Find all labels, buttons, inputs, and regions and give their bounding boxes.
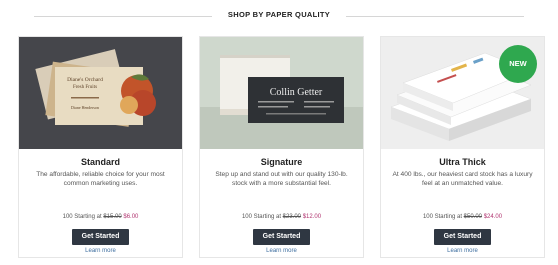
price-line: 100 Starting at $15.00 $6.00 [19, 214, 182, 220]
card-image-text-2: Fresh Fruits [73, 85, 97, 90]
learn-more-link[interactable]: Learn more [200, 248, 363, 254]
old-price: $50.00 [463, 214, 483, 220]
product-name: Signature [260, 157, 303, 167]
divider-left [34, 16, 212, 17]
product-card-standard: Diane's Orchard Fresh Fruits Diane Hende… [18, 36, 183, 258]
product-card-signature: Collin Getter Signature Step up and stan… [199, 36, 364, 258]
section-header: SHOP BY PAPER QUALITY [0, 0, 558, 30]
card-image-text-1: Diane's Orchard [67, 77, 103, 83]
section-title: SHOP BY PAPER QUALITY [227, 10, 331, 19]
old-price: $23.00 [282, 214, 302, 220]
product-image-standard[interactable]: Diane's Orchard Fresh Fruits Diane Hende… [19, 37, 182, 149]
price-line: 100 Starting at $50.00 $24.00 [381, 214, 544, 220]
card-image-text-1: Collin Getter [270, 87, 323, 98]
product-image-ultra-thick[interactable]: NEW [381, 37, 544, 149]
get-started-button[interactable]: Get Started [72, 229, 129, 245]
old-price: $15.00 [103, 214, 122, 220]
learn-more-link[interactable]: Learn more [19, 248, 182, 254]
sale-price: $24.00 [483, 214, 503, 220]
product-description: Step up and stand out with our quality 1… [215, 171, 348, 187]
sale-price: $6.00 [123, 214, 139, 220]
divider-right [346, 16, 524, 17]
get-started-button[interactable]: Get Started [434, 229, 491, 245]
get-started-button[interactable]: Get Started [253, 229, 310, 245]
product-card-ultra-thick: NEW Ultra Thick At 400 lbs., our heavies… [380, 36, 545, 258]
price-prefix: 100 Starting at [62, 214, 102, 220]
price-line: 100 Starting at $23.00 $12.00 [200, 214, 363, 220]
product-description: At 400 lbs., our heaviest card stock has… [392, 171, 533, 187]
learn-more-link[interactable]: Learn more [381, 248, 544, 254]
product-image-signature[interactable]: Collin Getter [200, 37, 363, 149]
product-description: The affordable, reliable choice for your… [36, 171, 165, 187]
price-prefix: 100 Starting at [241, 214, 281, 220]
product-name: Standard [80, 157, 120, 167]
product-name: Ultra Thick [439, 157, 486, 167]
card-image-text-3: Diane Henderson [71, 105, 99, 110]
new-badge: NEW [499, 45, 537, 83]
sale-price: $12.00 [302, 214, 322, 220]
price-prefix: 100 Starting at [422, 214, 462, 220]
